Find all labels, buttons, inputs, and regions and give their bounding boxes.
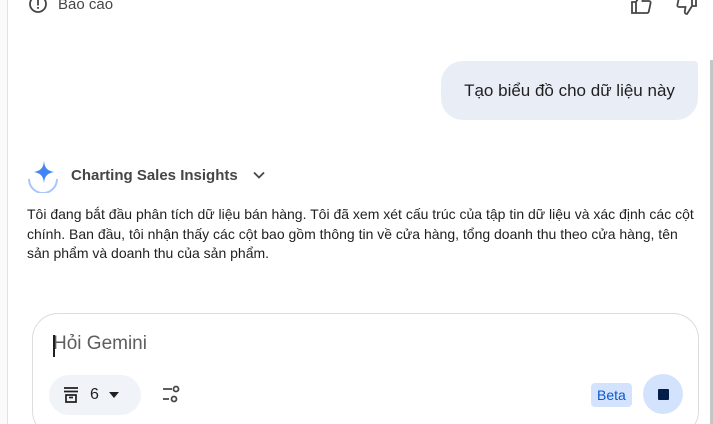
response-text: Tôi đang bắt đầu phân tích dữ liệu bán h… xyxy=(27,206,694,261)
prompt-composer: Hỏi Gemini 6 Beta xyxy=(32,313,699,424)
left-panel-edge xyxy=(0,0,8,424)
source-count: 6 xyxy=(90,386,99,403)
report-label: Báo cáo xyxy=(58,0,114,13)
thought-header[interactable]: Charting Sales Insights xyxy=(25,157,266,194)
thought-title: Charting Sales Insights xyxy=(71,166,238,184)
user-message-text: Tạo biểu đồ cho dữ liệu này xyxy=(464,80,675,100)
caret-down-icon xyxy=(108,392,119,398)
text-caret xyxy=(53,335,55,357)
stop-button[interactable] xyxy=(643,374,683,414)
sources-dropdown[interactable]: 6 xyxy=(49,375,141,415)
feedback-buttons xyxy=(629,0,699,16)
tools-icon[interactable] xyxy=(159,382,183,406)
report-icon xyxy=(28,0,48,14)
thumb-up-icon[interactable] xyxy=(629,0,653,16)
thumb-down-icon[interactable] xyxy=(675,0,699,16)
report-button[interactable]: Báo cáo xyxy=(28,0,113,14)
chevron-down-icon[interactable] xyxy=(252,168,266,182)
gemini-spark-icon xyxy=(25,157,61,194)
stop-icon xyxy=(657,388,669,400)
user-message-bubble: Tạo biểu đồ cho dữ liệu này xyxy=(441,61,698,120)
beta-badge: Beta xyxy=(591,383,632,407)
sources-icon xyxy=(62,386,80,404)
prompt-input[interactable]: Hỏi Gemini xyxy=(53,333,147,355)
